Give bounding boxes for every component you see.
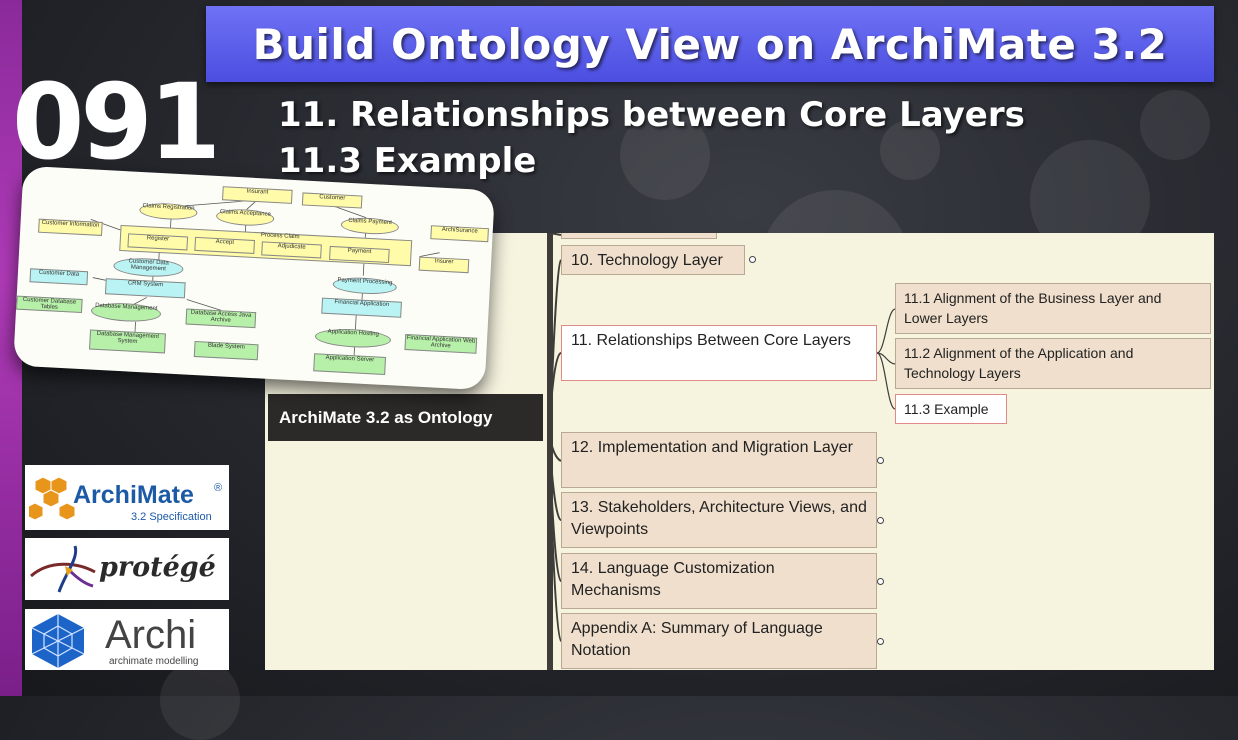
thumb-customer-data: Customer Data [29, 268, 88, 285]
archi-wordmark: Archi [105, 613, 196, 658]
branch-stakeholders-views[interactable]: 13. Stakeholders, Architecture Views, an… [561, 492, 877, 548]
mindmap-trunk [547, 233, 553, 670]
thumb-archisurance: ArchiSurance [430, 225, 489, 242]
protege-wordmark: protégé [99, 552, 216, 583]
collapse-toggle-icon[interactable] [877, 638, 884, 645]
archi-hexagon-icon [28, 612, 88, 668]
branch-implementation-migration[interactable]: 12. Implementation and Migration Layer [561, 432, 877, 488]
thumb-dbms: Database Management System [89, 329, 166, 353]
branch-appendix-a[interactable]: Appendix A: Summary of Language Notation [561, 613, 877, 669]
subsection-heading: 11.3 Example [278, 141, 536, 181]
branch-language-customization[interactable]: 14. Language Customization Mechanisms [561, 553, 877, 609]
thumb-blade-system: Blade System [194, 341, 259, 360]
thumb-insurer: Insurer [419, 257, 470, 274]
branch-technology-layer[interactable]: 10. Technology Layer [561, 245, 745, 275]
protege-swirl-icon [29, 540, 99, 600]
mindmap-root-node[interactable]: ArchiMate 3.2 as Ontology [268, 394, 543, 441]
archimate-example-thumbnail: Insurant Customer Claims Registration Cl… [13, 166, 495, 390]
archi-logo: Archi archimate modelling [25, 609, 229, 670]
child-11-1-alignment-business[interactable]: 11.1 Alignment of the Business Layer and… [895, 283, 1211, 334]
protege-logo: protégé [25, 538, 229, 600]
collapse-toggle-icon[interactable] [877, 578, 884, 585]
archimate-wordmark: ArchiMate [73, 481, 194, 510]
mindmap-node-previous[interactable] [561, 233, 717, 239]
archimate-registered-mark: ® [214, 482, 222, 494]
branch-relationships-core-layers[interactable]: 11. Relationships Between Core Layers [561, 325, 877, 381]
title-banner: Build Ontology View on ArchiMate 3.2 [206, 6, 1214, 82]
thumb-application-server: Application Server [313, 353, 386, 375]
archimate-logo: ArchiMate ® 3.2 Specification [25, 465, 229, 530]
episode-number: 091 [12, 70, 217, 174]
collapse-toggle-icon[interactable] [749, 256, 756, 263]
archimate-spec-version: 3.2 Specification [131, 511, 212, 523]
slide-title: Build Ontology View on ArchiMate 3.2 [253, 20, 1168, 69]
archi-tagline: archimate modelling [109, 656, 199, 667]
bokeh-circle [160, 660, 240, 740]
collapse-toggle-icon[interactable] [877, 517, 884, 524]
bokeh-circle [1140, 90, 1210, 160]
child-11-2-alignment-application[interactable]: 11.2 Alignment of the Application and Te… [895, 338, 1211, 389]
child-11-3-example[interactable]: 11.3 Example [895, 394, 1007, 424]
collapse-toggle-icon[interactable] [877, 457, 884, 464]
honeycomb-icon [29, 473, 77, 521]
section-heading: 11. Relationships between Core Layers [278, 95, 1025, 135]
